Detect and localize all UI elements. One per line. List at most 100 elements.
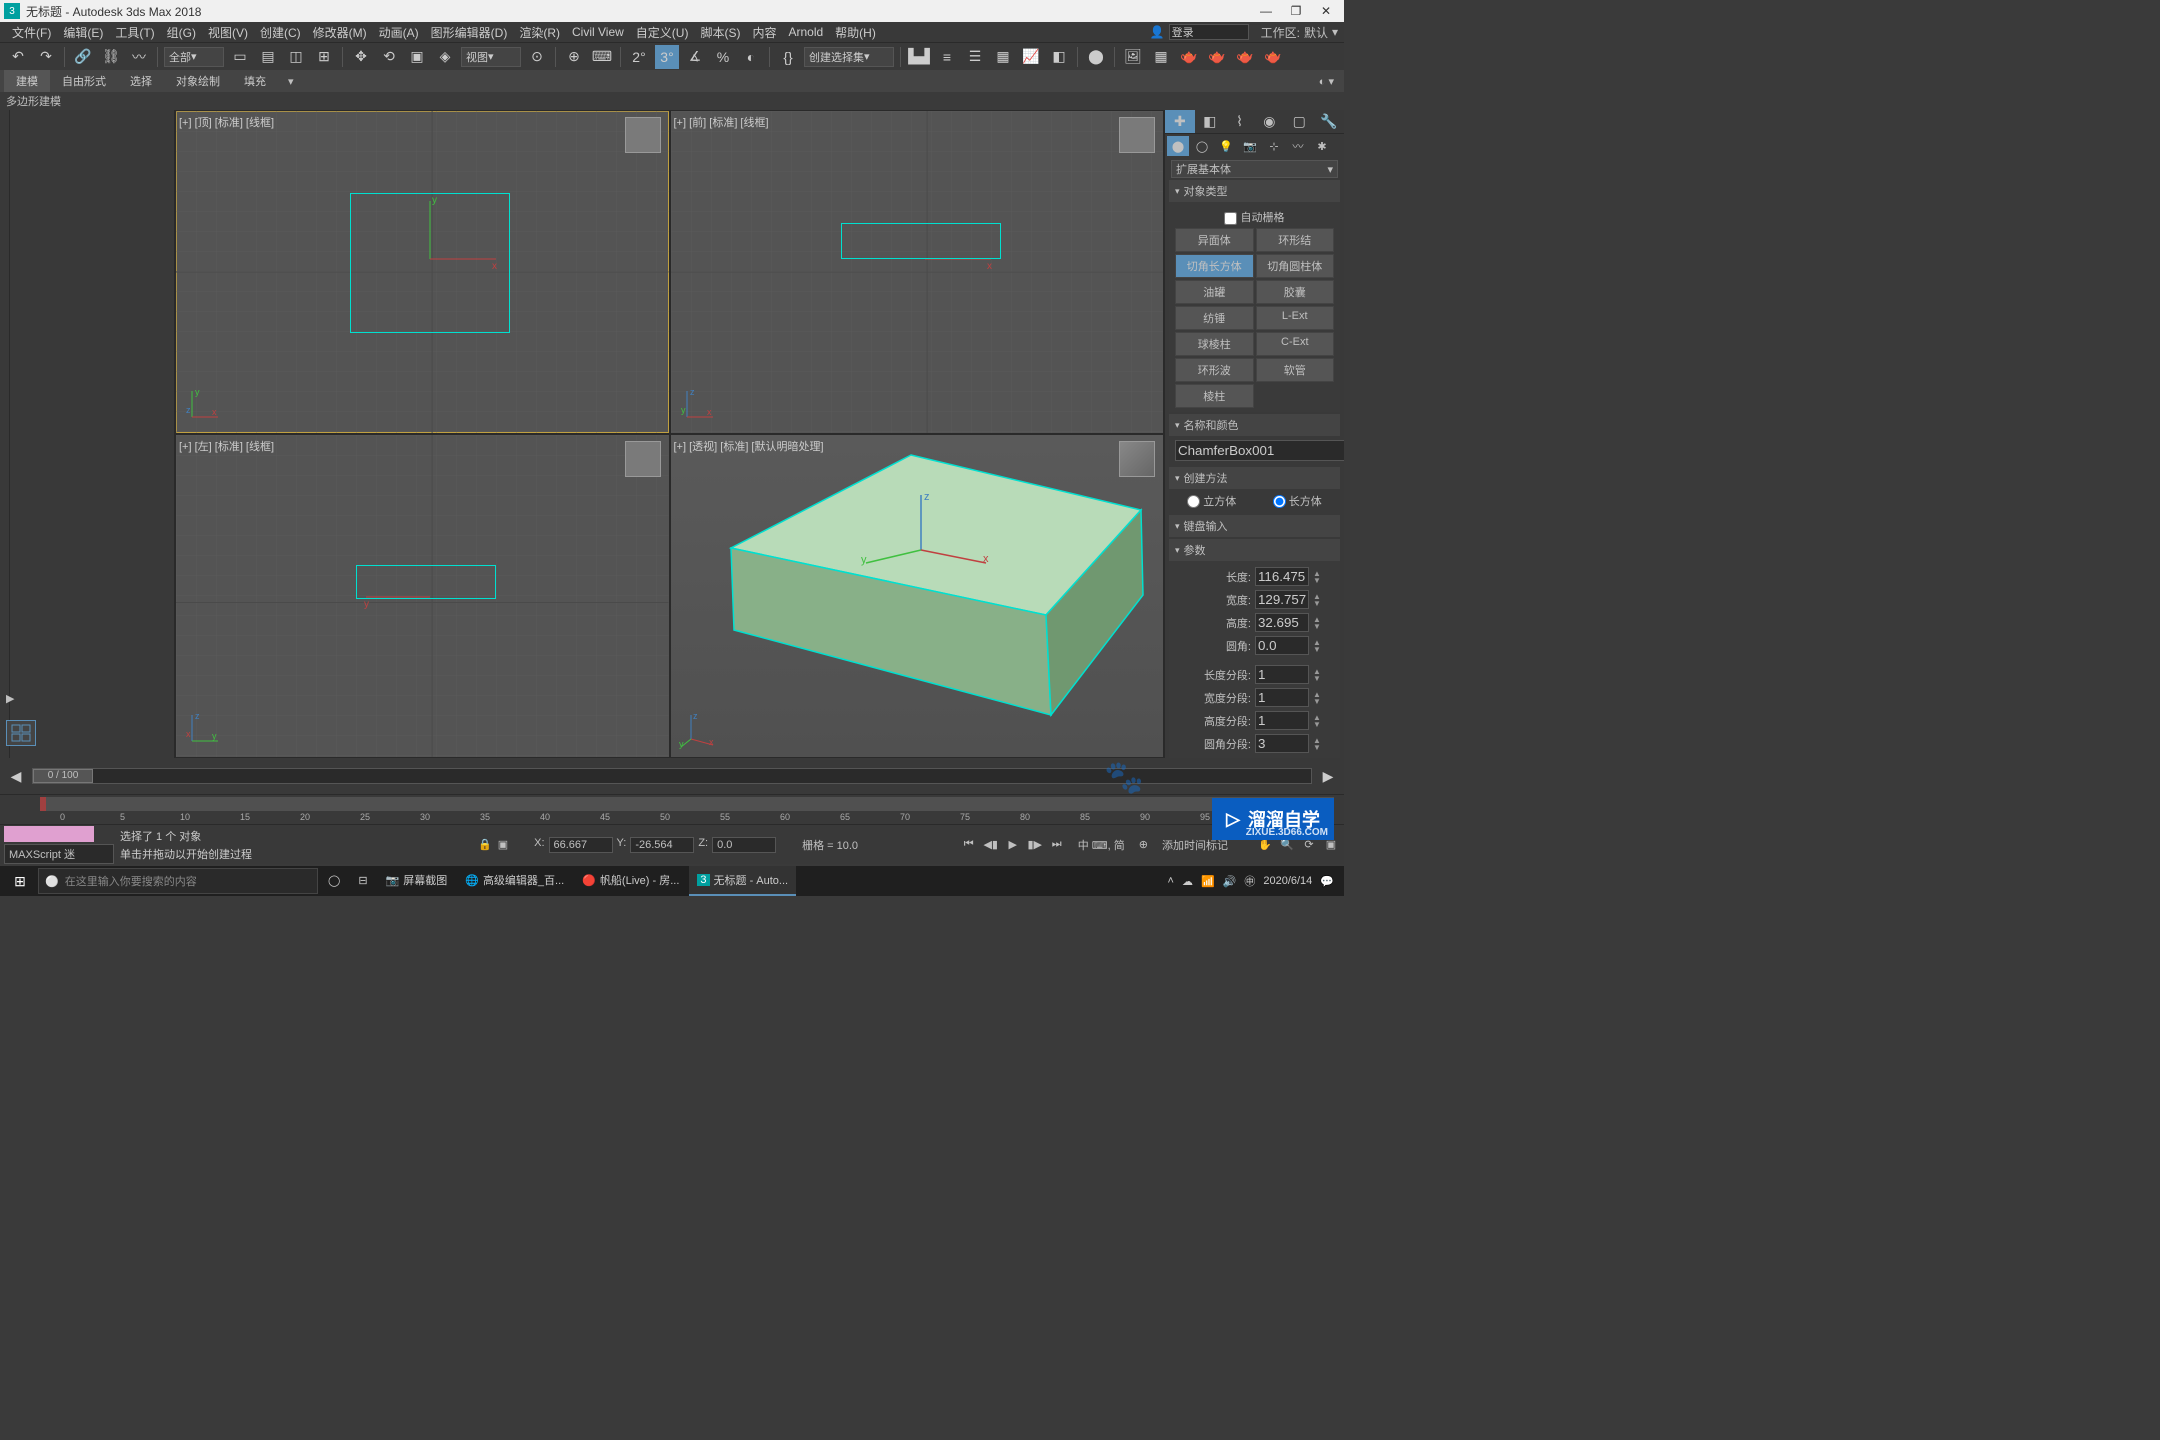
btn-lext[interactable]: L-Ext [1256, 306, 1335, 330]
select-object-button[interactable]: ▭ [228, 45, 252, 69]
menu-civil-view[interactable]: Civil View [566, 25, 630, 39]
viewcube-left[interactable] [625, 441, 661, 477]
key-track[interactable] [40, 797, 1334, 811]
select-place-button[interactable]: ◈ [433, 45, 457, 69]
prev-frame-button[interactable]: ◀▮ [982, 836, 1000, 854]
expand-left-icon[interactable]: ▶ [6, 692, 14, 705]
isolate-icon[interactable]: ▣ [498, 838, 508, 851]
link-button[interactable]: 🔗 [71, 45, 95, 69]
bind-spacewarp-button[interactable]: 〰 [127, 45, 151, 69]
rollout-parameters[interactable]: 参数 [1169, 539, 1340, 561]
shapes-subtab[interactable]: ◯ [1191, 136, 1213, 156]
window-crossing-button[interactable]: ⊞ [312, 45, 336, 69]
viewport-perspective[interactable]: [+] [透视] [标准] [默认明暗处理] z x y z x y [671, 435, 1164, 757]
select-manipulate-button[interactable]: ⊕ [562, 45, 586, 69]
lock-icon[interactable]: 🔒 [478, 838, 492, 851]
schematic-view-button[interactable]: ◧ [1047, 45, 1071, 69]
x-coord[interactable]: 66.667 [549, 837, 613, 853]
btn-prism[interactable]: 棱柱 [1175, 384, 1254, 408]
hseg-spinner[interactable]: ▲▼ [1313, 714, 1323, 728]
viewcube-top[interactable] [625, 117, 661, 153]
viewcube-front[interactable] [1119, 117, 1155, 153]
redo-button[interactable]: ↷ [34, 45, 58, 69]
minimize-button[interactable]: — [1260, 4, 1272, 18]
btn-oiltank[interactable]: 油罐 [1175, 280, 1254, 304]
btn-cext[interactable]: C-Ext [1256, 332, 1335, 356]
category-dropdown[interactable]: 扩展基本体▾ [1171, 160, 1338, 178]
workspace-chevron-icon[interactable]: ▾ [1332, 25, 1338, 39]
cameras-subtab[interactable]: 📷 [1239, 136, 1261, 156]
rollout-name-color[interactable]: 名称和颜色 [1169, 414, 1340, 436]
z-coord[interactable]: 0.0 [712, 837, 776, 853]
taskbar-live[interactable]: 🔴帆船(Live) - 房... [574, 866, 687, 896]
menu-tools[interactable]: 工具(T) [109, 24, 160, 41]
maxscript-listener[interactable]: MAXScript 迷 [4, 844, 114, 864]
btn-hose[interactable]: 软管 [1256, 358, 1335, 382]
viewport-layout-button[interactable] [6, 720, 36, 746]
percent-snap-button[interactable]: % [711, 45, 735, 69]
menu-rendering[interactable]: 渲染(R) [513, 24, 566, 41]
create-tab[interactable]: ✚ [1165, 110, 1195, 133]
fillet-spinner[interactable]: ▲▼ [1313, 639, 1323, 653]
y-coord[interactable]: -26.564 [630, 837, 694, 853]
ribbon-panel-label[interactable]: 多边形建模 [6, 93, 61, 109]
wseg-input[interactable] [1255, 688, 1309, 707]
user-icon[interactable]: 👤 [1150, 25, 1165, 39]
menu-modifiers[interactable]: 修改器(M) [307, 24, 373, 41]
display-tab[interactable]: ▢ [1284, 110, 1314, 133]
ribbon-tab-freeform[interactable]: 自由形式 [50, 70, 118, 92]
use-pivot-button[interactable]: ⊙ [525, 45, 549, 69]
wseg-spinner[interactable]: ▲▼ [1313, 691, 1323, 705]
btn-capsule[interactable]: 胶囊 [1256, 280, 1335, 304]
align-button[interactable]: ≡ [935, 45, 959, 69]
taskbar-search[interactable]: ⚪ 在这里输入你要搜索的内容 [38, 868, 318, 894]
ribbon-tab-modeling[interactable]: 建模 [4, 70, 50, 92]
tray-cloud-icon[interactable]: ☁ [1182, 875, 1193, 888]
btn-ringwave[interactable]: 环形波 [1175, 358, 1254, 382]
menu-create[interactable]: 创建(C) [254, 24, 307, 41]
radio-box[interactable]: 长方体 [1273, 493, 1322, 509]
render-iter-button[interactable]: 🫖 [1205, 45, 1229, 69]
menu-customize[interactable]: 自定义(U) [630, 24, 695, 41]
select-rotate-button[interactable]: ⟲ [377, 45, 401, 69]
viewport-front-label[interactable]: [+] [前] [标准] [线框] [674, 114, 769, 130]
taskbar-screenshot[interactable]: 📷屏幕截图 [378, 866, 456, 896]
taskbar-cortana[interactable]: ◯ [320, 866, 348, 896]
btn-chamfercyl[interactable]: 切角圆柱体 [1256, 254, 1335, 278]
start-key[interactable] [40, 797, 46, 811]
select-region-button[interactable]: ◫ [284, 45, 308, 69]
select-by-name-button[interactable]: ▤ [256, 45, 280, 69]
btn-spindle[interactable]: 纺锤 [1175, 306, 1254, 330]
utilities-tab[interactable]: 🔧 [1314, 110, 1344, 133]
tray-sound-icon[interactable]: 🔊 [1223, 875, 1237, 888]
layers-button[interactable]: ☰ [963, 45, 987, 69]
goto-end-button[interactable]: ⏭ [1048, 836, 1066, 854]
radio-cube[interactable]: 立方体 [1187, 493, 1236, 509]
tray-wifi-icon[interactable]: 📶 [1201, 875, 1215, 888]
systems-subtab[interactable]: ✱ [1311, 136, 1333, 156]
viewport-left[interactable]: [+] [左] [标准] [线框] y z y x [176, 435, 669, 757]
ribbon-tab-paint[interactable]: 对象绘制 [164, 70, 232, 92]
time-left-icon[interactable]: ◀ [4, 764, 28, 788]
menu-help[interactable]: 帮助(H) [829, 24, 882, 41]
rollout-create-method[interactable]: 创建方法 [1169, 467, 1340, 489]
tray-up-icon[interactable]: ˄ [1168, 875, 1174, 887]
menu-scripting[interactable]: 脚本(S) [694, 24, 746, 41]
rollout-keyboard-entry[interactable]: 键盘输入 [1169, 515, 1340, 537]
lights-subtab[interactable]: 💡 [1215, 136, 1237, 156]
render-prod-button[interactable]: 🫖 [1177, 45, 1201, 69]
time-right-icon[interactable]: ▶ [1316, 764, 1340, 788]
tray-ime-icon[interactable]: ㊥ [1244, 873, 1255, 889]
length-spinner[interactable]: ▲▼ [1313, 570, 1323, 584]
workspace-value[interactable]: 默认 [1304, 24, 1328, 41]
hseg-input[interactable] [1255, 711, 1309, 730]
start-button[interactable]: ⊞ [4, 866, 36, 896]
menu-edit[interactable]: 编辑(E) [57, 24, 109, 41]
height-spinner[interactable]: ▲▼ [1313, 616, 1323, 630]
viewport-top[interactable]: [+] [顶] [标准] [线框] y x y x z [176, 111, 669, 433]
viewport-persp-label[interactable]: [+] [透视] [标准] [默认明暗处理] [674, 438, 824, 454]
material-editor-button[interactable]: ⬤ [1084, 45, 1108, 69]
taskbar-edge[interactable]: 🌐高级编辑器_百... [457, 866, 572, 896]
maximize-button[interactable]: ❐ [1290, 4, 1302, 18]
width-input[interactable] [1255, 590, 1309, 609]
